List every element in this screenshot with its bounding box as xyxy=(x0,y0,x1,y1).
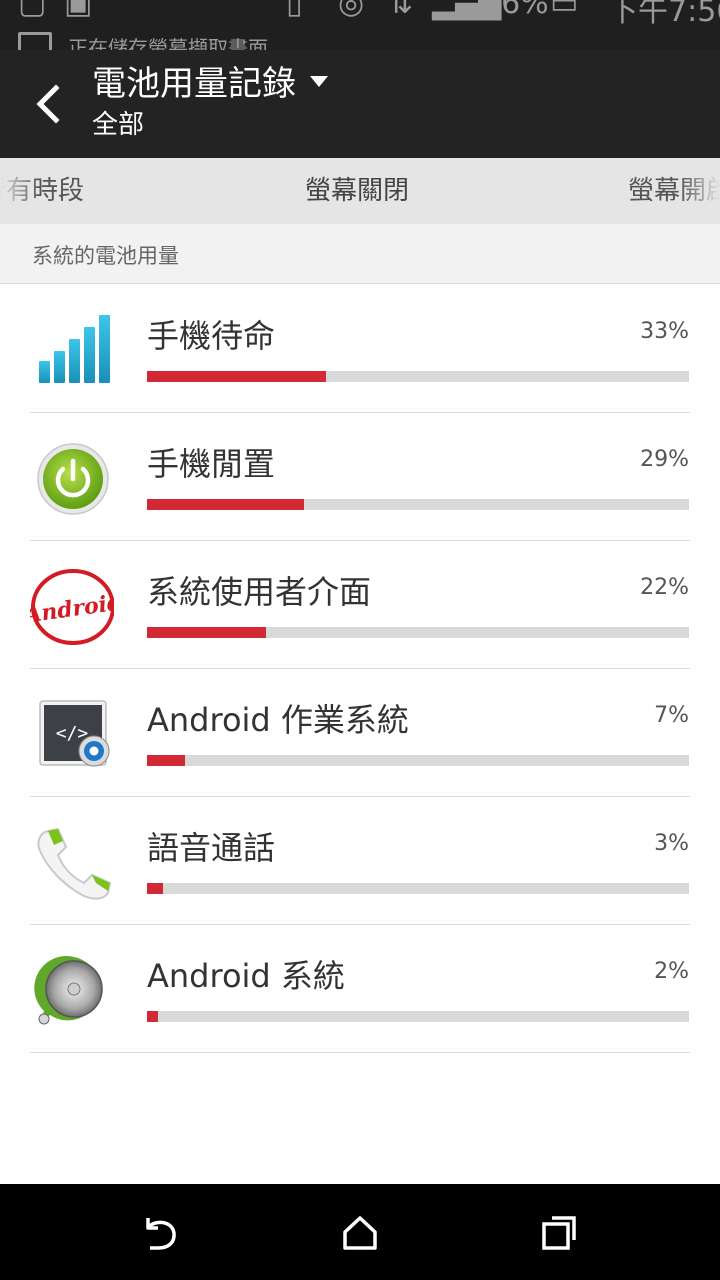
usage-percent: 2% xyxy=(654,959,689,984)
usage-name: 系統使用者介面 xyxy=(147,573,372,611)
time-period-tabs: 所有時段 螢幕關閉 螢幕開啟 xyxy=(0,158,720,224)
list-item[interactable]: Android 系統 2% xyxy=(0,925,720,1053)
usage-bar-fill xyxy=(147,1011,158,1022)
page-title-text: 電池用量記錄 xyxy=(92,64,296,104)
caret-down-icon xyxy=(310,76,328,87)
usage-name: 語音通話 xyxy=(147,829,276,867)
recents-nav-icon xyxy=(542,1216,576,1250)
list-item[interactable]: 手機待命 33% xyxy=(0,285,720,413)
usage-bar-fill xyxy=(147,883,164,894)
usage-percent: 7% xyxy=(654,703,689,728)
tab-screen-off[interactable]: 螢幕關閉 xyxy=(305,158,409,224)
back-nav-icon xyxy=(146,1218,176,1250)
usage-name: Android 系統 xyxy=(147,957,345,995)
home-nav-icon xyxy=(343,1216,377,1250)
usage-percent: 3% xyxy=(654,831,689,856)
section-header: 系統的電池用量 xyxy=(0,224,720,284)
screenshot-notification-icon: ▢ xyxy=(18,0,47,21)
usage-percent: 29% xyxy=(640,447,689,472)
code-settings-icon: </> xyxy=(39,700,110,767)
alarm-icon: ◎ xyxy=(338,0,365,21)
usage-bar-fill xyxy=(147,755,185,766)
nav-back-button[interactable] xyxy=(134,1206,186,1258)
section-header-text: 系統的電池用量 xyxy=(32,244,179,268)
usage-list: 手機待命 33% 手機閒置 29% Android 系統使用者介面 22% </… xyxy=(0,285,720,1053)
tabs-fade-right xyxy=(680,158,720,224)
vibrate-icon: ▯ xyxy=(286,0,303,21)
title-dropdown[interactable]: 電池用量記錄 全部 xyxy=(92,64,328,142)
back-button[interactable] xyxy=(20,76,76,132)
list-item[interactable]: 語音通話 3% xyxy=(0,797,720,925)
gallery-notification-icon: ▣ xyxy=(64,0,93,21)
status-icons: ▢ ▣ ▯ ◎ ⇅ ▂▄▆ 56% ▭ 下午7:56 xyxy=(0,0,720,29)
list-item[interactable]: Android 系統使用者介面 22% xyxy=(0,541,720,669)
phone-handset-icon xyxy=(37,827,112,900)
nav-recents-button[interactable] xyxy=(534,1206,586,1258)
usage-bar-fill xyxy=(147,627,267,638)
action-bar: 電池用量記錄 全部 xyxy=(0,50,720,158)
nav-home-button[interactable] xyxy=(334,1206,386,1258)
usage-name: 手機待命 xyxy=(147,317,276,355)
usage-bar xyxy=(147,755,689,766)
list-item[interactable]: 手機閒置 29% xyxy=(0,413,720,541)
usage-percent: 22% xyxy=(640,575,689,600)
notification-text: 正在儲存螢幕擷取畫面 xyxy=(68,36,268,50)
battery-percent: 56% xyxy=(482,0,549,21)
signal-bars-icon xyxy=(39,315,110,383)
system-disc-icon xyxy=(34,956,103,1025)
usage-bar-fill xyxy=(147,499,305,510)
usage-bar xyxy=(147,627,689,638)
usage-bar xyxy=(147,1011,689,1022)
status-bar: ▢ ▣ ▯ ◎ ⇅ ▂▄▆ 56% ▭ 下午7:56 正在儲存螢幕擷取畫面 xyxy=(0,0,720,50)
navigation-bar xyxy=(0,1184,720,1280)
tabs-fade-left xyxy=(0,158,40,224)
usage-bar xyxy=(147,371,689,382)
usage-name: 手機閒置 xyxy=(147,445,276,483)
data-transfer-icon: ⇅ xyxy=(388,0,414,21)
back-arrow-icon xyxy=(36,84,60,124)
usage-bar xyxy=(147,883,689,894)
notification-ticker: 正在儲存螢幕擷取畫面 xyxy=(18,32,268,50)
screenshot-icon xyxy=(18,32,52,50)
battery-icon: ▭ xyxy=(550,0,579,21)
android-logo-icon: Android xyxy=(30,569,114,645)
list-item[interactable]: </> Android 作業系統 7% xyxy=(0,669,720,797)
usage-name: Android 作業系統 xyxy=(147,701,409,739)
clock: 下午7:56 xyxy=(608,0,720,29)
usage-bar-fill xyxy=(147,371,326,382)
power-icon xyxy=(37,443,109,515)
divider xyxy=(30,1052,690,1053)
usage-bar xyxy=(147,499,689,510)
page-title: 電池用量記錄 xyxy=(92,64,328,104)
page-subtitle: 全部 xyxy=(92,110,145,140)
usage-percent: 33% xyxy=(640,319,689,344)
